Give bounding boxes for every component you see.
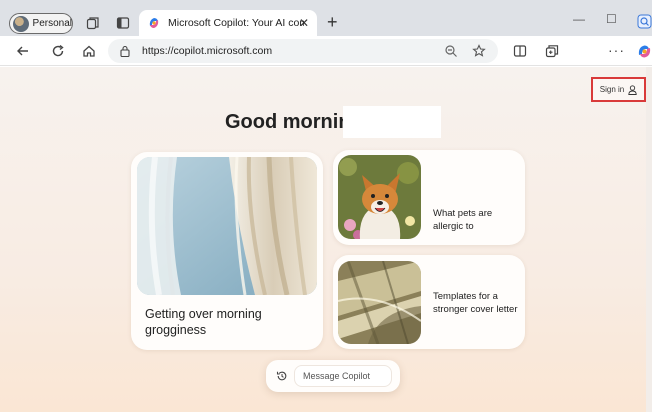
- card-text: Getting over morning grogginess: [145, 307, 262, 337]
- copilot-icon[interactable]: [637, 44, 652, 59]
- zoom-icon[interactable]: [444, 44, 458, 58]
- collections-icon[interactable]: [545, 44, 559, 58]
- dog-image: [338, 155, 421, 239]
- redacted-area: [571, 41, 595, 61]
- lock-icon[interactable]: [120, 45, 130, 57]
- refresh-icon[interactable]: [51, 44, 65, 58]
- suggestion-card-pets[interactable]: What pets are allergic to: [333, 150, 525, 245]
- card-text: Templates for a stronger cover letter: [433, 291, 518, 315]
- history-icon[interactable]: [276, 370, 288, 382]
- profile-button[interactable]: Personal: [9, 13, 73, 34]
- address-bar[interactable]: https://copilot.microsoft.com: [108, 39, 498, 63]
- favorite-star-icon[interactable]: [472, 44, 486, 58]
- sunlight-image: [338, 261, 421, 344]
- suggestion-card-morning[interactable]: Getting over morning grogginess: [131, 152, 323, 350]
- tab-copilot[interactable]: Microsoft Copilot: Your AI compa ✕: [139, 10, 317, 36]
- vertical-tabs-icon[interactable]: [116, 16, 130, 30]
- visual-search-icon[interactable]: [637, 14, 652, 29]
- tab-actions-icon[interactable]: [86, 16, 100, 30]
- browser-tab-strip: Personal Microsoft Copilot: Your AI comp…: [0, 0, 652, 36]
- user-icon: [628, 84, 637, 95]
- new-tab-button[interactable]: +: [327, 13, 338, 31]
- back-icon[interactable]: [16, 44, 30, 58]
- profile-avatar: [13, 15, 29, 32]
- message-input[interactable]: [294, 365, 392, 387]
- sign-in-button[interactable]: Sign in: [591, 77, 646, 102]
- minimize-button[interactable]: —: [573, 12, 585, 26]
- message-composer: [266, 360, 400, 392]
- home-icon[interactable]: [82, 44, 96, 58]
- tab-title: Microsoft Copilot: Your AI compa: [168, 17, 304, 29]
- split-screen-icon[interactable]: [513, 44, 527, 58]
- suggestion-card-cover-letter[interactable]: Templates for a stronger cover letter: [333, 255, 525, 349]
- profile-label: Personal: [32, 18, 72, 29]
- tab-close-icon[interactable]: ✕: [299, 16, 309, 30]
- copilot-favicon-icon: [149, 18, 159, 28]
- address-bar-url: https://copilot.microsoft.com: [142, 45, 273, 57]
- more-menu-button[interactable]: ···: [608, 42, 625, 58]
- maximize-button[interactable]: ☐: [606, 12, 617, 26]
- browser-toolbar: https://copilot.microsoft.com ···: [0, 36, 652, 66]
- card-text: What pets are allergic to: [433, 208, 493, 232]
- copilot-page: Sign in Good morning Getting over mornin…: [0, 67, 652, 412]
- curtain-image: [137, 157, 317, 295]
- redacted-name: [343, 106, 441, 138]
- scrollbar[interactable]: [646, 67, 652, 412]
- sign-in-label: Sign in: [599, 85, 625, 94]
